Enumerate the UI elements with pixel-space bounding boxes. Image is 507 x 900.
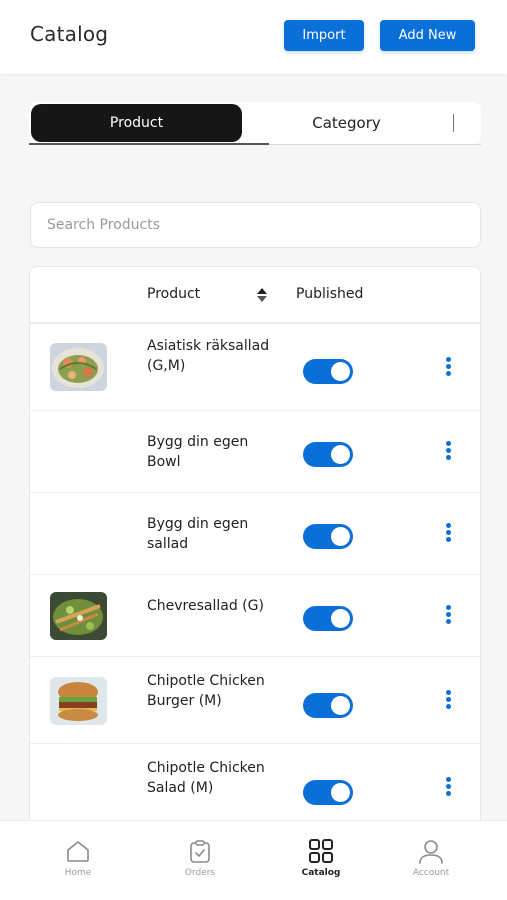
product-image [50, 343, 107, 391]
search-box [30, 202, 481, 248]
nav-item-account[interactable]: Account [376, 821, 486, 900]
product-name: Chevresallad (G) [147, 598, 264, 614]
nav-label: Catalog [301, 868, 341, 878]
sort-icon[interactable] [256, 287, 268, 303]
tab-divider [453, 114, 454, 132]
bottom-navigation: Home Orders Catalog Account [0, 820, 507, 900]
published-toggle[interactable] [303, 524, 353, 549]
nav-label: Account [412, 868, 450, 878]
table-row[interactable]: Bygg din egen sallad [30, 493, 480, 575]
table-row[interactable]: Chipotle Chicken Burger (M) [30, 657, 480, 744]
column-header-published: Published [296, 286, 364, 302]
product-name: Chipotle Chicken Burger (M) [147, 673, 265, 709]
product-image [50, 677, 107, 725]
add-new-button[interactable]: Add New [380, 20, 475, 51]
more-options-icon[interactable] [442, 777, 454, 797]
more-options-icon[interactable] [442, 357, 454, 377]
table-row[interactable]: Chipotle Chicken Salad (M) [30, 744, 480, 825]
column-header-product[interactable]: Product [147, 286, 200, 302]
more-options-icon[interactable] [442, 690, 454, 710]
product-name: Bygg din egen sallad [147, 516, 249, 552]
more-options-icon[interactable] [442, 605, 454, 625]
import-button[interactable]: Import [284, 20, 364, 51]
table-row[interactable]: Chevresallad (G) [30, 575, 480, 657]
user-icon [419, 840, 443, 864]
nav-label: Orders [184, 868, 216, 878]
product-name: Chipotle Chicken Salad (M) [147, 760, 265, 796]
more-options-icon[interactable] [442, 523, 454, 543]
table-header: Product Published [30, 267, 480, 324]
nav-item-home[interactable]: Home [23, 821, 133, 900]
products-table: Product Published Asiatisk räksallad (G,… [29, 266, 481, 826]
home-icon [67, 841, 89, 862]
table-row[interactable]: Asiatisk räksallad (G,M) [30, 324, 480, 411]
grid-icon [309, 839, 333, 863]
more-options-icon[interactable] [442, 441, 454, 461]
product-name: Bygg din egen Bowl [147, 434, 249, 470]
table-row[interactable]: Bygg din egen Bowl [30, 411, 480, 493]
tab-track [269, 144, 481, 145]
clipboard-check-icon [190, 840, 210, 863]
search-input[interactable] [31, 203, 480, 247]
app-header: Catalog Import Add New [0, 0, 507, 74]
nav-item-orders[interactable]: Orders [145, 821, 255, 900]
product-image [50, 592, 107, 640]
published-toggle[interactable] [303, 442, 353, 467]
page-title: Catalog [30, 22, 109, 46]
published-toggle[interactable] [303, 359, 353, 384]
published-toggle[interactable] [303, 693, 353, 718]
tab-product[interactable]: Product [31, 104, 242, 142]
published-toggle[interactable] [303, 606, 353, 631]
tab-active-indicator [29, 143, 269, 145]
product-name: Asiatisk räksallad (G,M) [147, 338, 270, 374]
tab-category[interactable]: Category [269, 104, 424, 142]
nav-item-catalog[interactable]: Catalog [266, 821, 376, 900]
published-toggle[interactable] [303, 780, 353, 805]
nav-label: Home [64, 868, 92, 878]
catalog-tabs: Product Category [29, 102, 481, 144]
